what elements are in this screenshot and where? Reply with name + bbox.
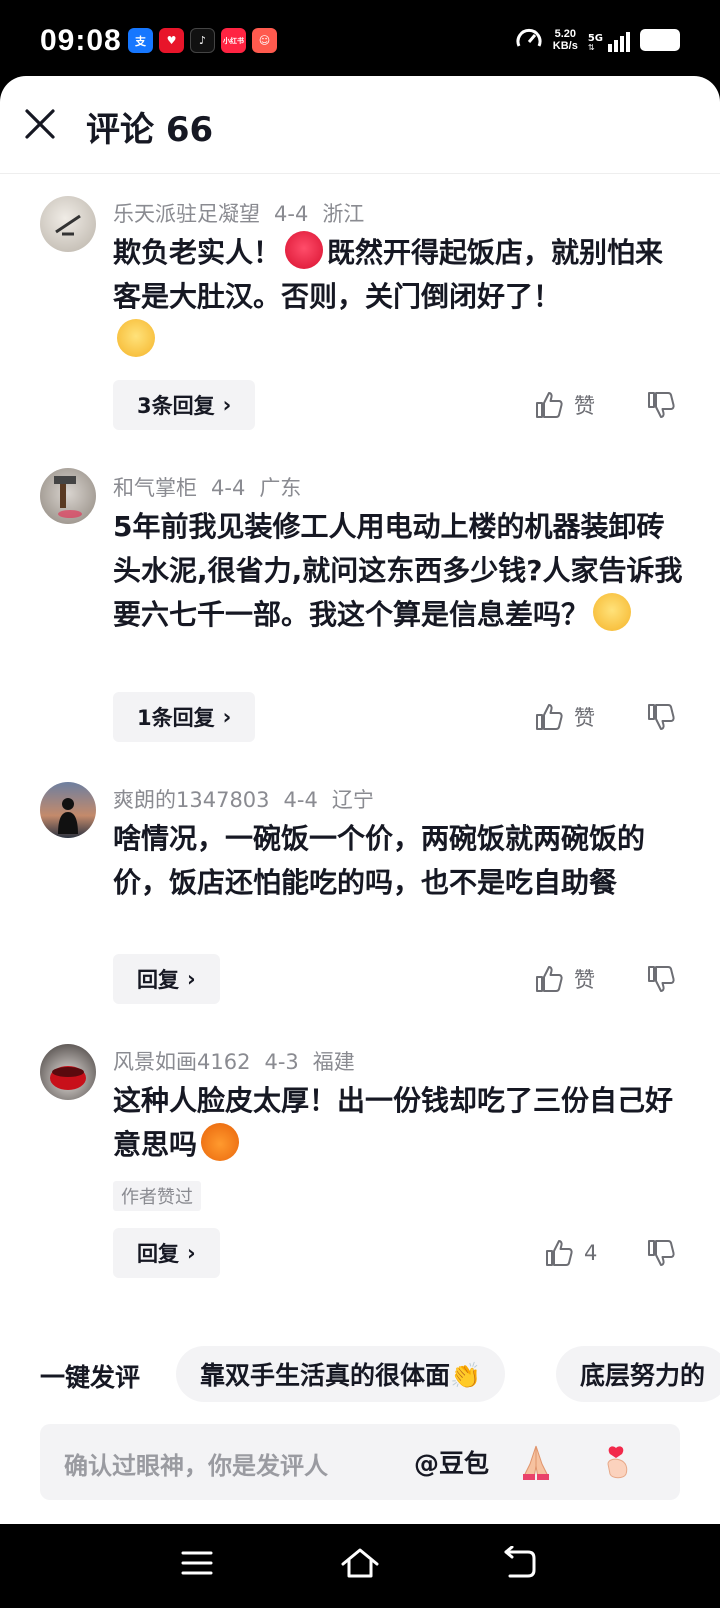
like-button[interactable]: 赞	[534, 964, 595, 994]
alipay-icon: 支	[128, 28, 153, 53]
comment-location: 广东	[259, 476, 302, 500]
close-icon[interactable]	[22, 106, 58, 142]
reply-button[interactable]: 回复 ›	[113, 1228, 220, 1278]
comments-sheet: 评论 66 乐天派驻足凝望 4-4 浙江 欺负老实人！ 既然开得起饭店，就别怕来客是大…	[0, 76, 720, 1524]
comment-date: 4-3	[264, 1050, 299, 1074]
thumbs-up-icon	[536, 392, 563, 418]
praying-hands-emoji-icon[interactable]	[516, 1442, 556, 1482]
like-label: 赞	[574, 968, 595, 992]
comment-input[interactable]: 确认过眼神，你是发评人 @豆包	[40, 1424, 680, 1500]
quick-comment-chip[interactable]: 底层努力的	[556, 1346, 720, 1402]
thinking-emoji-icon	[117, 319, 155, 357]
like-button[interactable]: 赞	[534, 702, 595, 732]
comment-text: 这种人脸皮太厚！出一份钱却吃了三份自己好意思吗	[113, 1084, 674, 1161]
chevron-right-icon: ›	[187, 1241, 196, 1265]
avatar[interactable]	[40, 1044, 96, 1100]
quick-comment-label: 一键发评	[40, 1363, 141, 1392]
comment-location: 福建	[312, 1050, 355, 1074]
thumbs-up-icon	[536, 966, 563, 992]
tangerine-emoji-icon	[201, 1123, 240, 1161]
comment-text: 欺负老实人！ 既然开得起饭店，就别怕来客是大肚汉。否则，关门倒闭好了！	[113, 231, 683, 363]
chevron-right-icon: ›	[222, 705, 232, 729]
page-title: 评论 66	[86, 110, 214, 150]
like-label: 赞	[574, 706, 595, 730]
comment-location: 浙江	[322, 202, 365, 226]
thumbs-up-icon	[546, 1240, 573, 1266]
clown-app-icon: ☺	[252, 28, 277, 53]
comment-date: 4-4	[283, 788, 318, 812]
thumbs-down-icon[interactable]	[646, 964, 676, 994]
status-bar: 09:08 支 ♥ ♪ 小红书 ☺ 5.20 KB/s 5G ⇅	[0, 0, 720, 78]
xiaohongshu-icon: 小红书	[221, 28, 246, 53]
reply-button[interactable]: 回复 ›	[113, 954, 220, 1004]
comment-text: 5年前我见装修工人用电动上楼的机器装卸砖头水泥,很省力,就问这东西多少钱?人家告…	[113, 510, 683, 631]
author-liked-badge: 作者赞过	[113, 1181, 201, 1211]
status-app-icons: 支 ♥ ♪ 小红书 ☺	[128, 28, 277, 53]
comment-username[interactable]: 爽朗的1347803	[113, 788, 270, 812]
thumbs-down-icon[interactable]	[646, 390, 676, 420]
comment-date: 4-4	[211, 476, 246, 500]
system-nav-bar	[0, 1524, 720, 1608]
comment-username[interactable]: 和气掌柜	[113, 476, 197, 500]
chevron-right-icon: ›	[187, 967, 196, 991]
battery-icon	[640, 29, 680, 51]
comment-username[interactable]: 乐天派驻足凝望	[113, 202, 260, 226]
status-time: 09:08	[40, 24, 122, 57]
thumbs-up-icon	[536, 704, 563, 730]
comment-date: 4-4	[274, 202, 309, 226]
avatar[interactable]	[40, 782, 96, 838]
signal-icon: 5G ⇅	[588, 28, 630, 52]
comment-location: 辽宁	[331, 788, 374, 812]
comments-header: 评论 66	[0, 76, 720, 174]
speedometer-icon	[516, 28, 542, 47]
menu-icon[interactable]	[180, 1546, 214, 1580]
thumbs-down-icon[interactable]	[646, 702, 676, 732]
comment-meta: 风景如画4162 4-3 福建	[113, 1046, 369, 1076]
network-speed: 5.20 KB/s	[552, 28, 578, 52]
thinking-emoji-icon	[593, 593, 632, 631]
like-button[interactable]: 赞	[534, 390, 595, 420]
thumbs-down-icon[interactable]	[646, 1238, 676, 1268]
like-label: 赞	[574, 394, 595, 418]
comment-input-placeholder: 确认过眼神，你是发评人	[64, 1452, 328, 1480]
finger-heart-emoji-icon[interactable]	[598, 1442, 638, 1482]
avatar[interactable]	[40, 196, 96, 252]
view-replies-button[interactable]: 1条回复 ›	[113, 692, 256, 742]
angry-emoji-icon	[285, 231, 324, 269]
quick-comment-chip[interactable]: 靠双手生活真的很体面👏	[176, 1346, 506, 1402]
like-button[interactable]: 4	[544, 1238, 597, 1268]
home-icon[interactable]	[340, 1546, 380, 1582]
comment-username[interactable]: 风景如画4162	[113, 1050, 250, 1074]
like-count: 4	[584, 1241, 598, 1265]
back-icon[interactable]	[502, 1546, 538, 1580]
chevron-right-icon: ›	[222, 393, 232, 417]
tiktok-icon: ♪	[190, 28, 215, 53]
avatar[interactable]	[40, 468, 96, 524]
comment-text: 啥情况，一碗饭一个价，两碗饭就两碗饭的价，饭店还怕能吃的吗，也不是吃自助餐	[113, 822, 646, 899]
quick-comment-row: 一键发评 靠双手生活真的很体面👏 底层努力的	[0, 1346, 720, 1402]
comment-meta: 乐天派驻足凝望 4-4 浙江	[113, 198, 378, 228]
comment-meta: 和气掌柜 4-4 广东	[113, 472, 315, 502]
comment-meta: 爽朗的1347803 4-4 辽宁	[113, 784, 388, 814]
view-replies-button[interactable]: 3条回复 ›	[113, 380, 256, 430]
mention-button[interactable]: @豆包	[414, 1444, 489, 1480]
heart-app-icon: ♥	[159, 28, 184, 53]
